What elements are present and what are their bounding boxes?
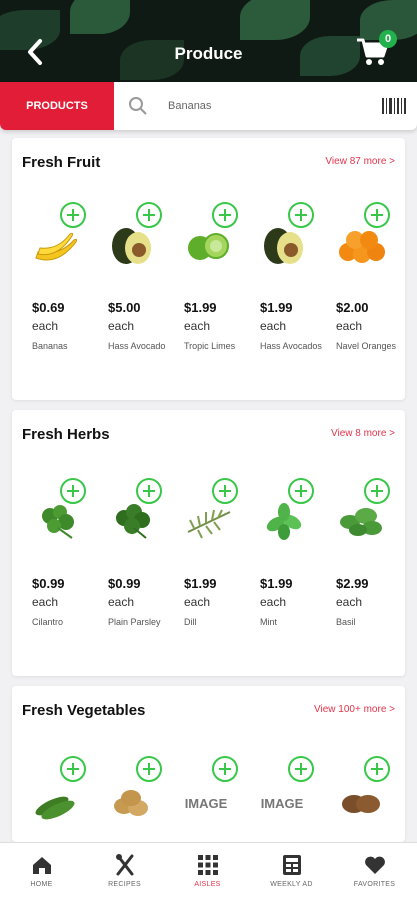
nav-aisles[interactable]: AISLES	[166, 853, 249, 888]
product-price: $0.99	[32, 576, 65, 591]
product-price: $2.00	[336, 300, 369, 315]
product-price: $1.99	[260, 576, 293, 591]
product-unit: each	[184, 595, 211, 609]
placeholder-text: IMAGE	[261, 796, 304, 811]
dill-icon	[187, 509, 231, 539]
barcode-icon[interactable]	[381, 96, 407, 116]
section-title: Fresh Vegetables	[22, 702, 146, 719]
nav-weekly-ad[interactable]: WEEKLY AD	[250, 853, 333, 888]
lime-icon	[188, 233, 229, 260]
add-to-cart-button[interactable]	[60, 202, 86, 228]
section-title: Fresh Fruit	[22, 154, 101, 171]
heart-icon	[364, 856, 385, 874]
product-name: Tropic Limes	[184, 341, 236, 351]
view-more-link[interactable]: View 87 more >	[325, 156, 395, 167]
leaf-decoration	[70, 0, 130, 34]
image-placeholder-icon: IMAGE	[185, 796, 228, 811]
avocado-icon	[112, 228, 151, 264]
basil-icon	[340, 508, 382, 536]
product-unit: each	[108, 595, 135, 609]
product-name: Dill	[184, 617, 197, 627]
nav-label: AISLES	[194, 881, 221, 888]
product-price: $0.99	[108, 576, 141, 591]
cilantro-icon	[42, 505, 74, 539]
product-unit: each	[184, 319, 211, 333]
grid-icon	[197, 855, 218, 875]
placeholder-text: IMAGE	[185, 796, 228, 811]
banana-icon	[35, 232, 78, 261]
view-more-link[interactable]: View 100+ more >	[314, 704, 395, 715]
add-to-cart-button[interactable]	[212, 478, 238, 504]
add-to-cart-button[interactable]	[364, 202, 390, 228]
image-placeholder-icon: IMAGE	[261, 796, 304, 811]
mint-icon	[266, 503, 302, 540]
add-to-cart-button[interactable]	[288, 202, 314, 228]
product-price: $5.00	[108, 300, 141, 315]
section-fresh-fruit: Fresh Fruit View 87 more > $0.69 each Ba…	[12, 138, 405, 400]
avocado-icon	[264, 228, 303, 264]
product-price: $1.99	[184, 300, 217, 315]
orange-icon	[339, 231, 385, 263]
product-price: $1.99	[260, 300, 293, 315]
parsley-icon	[116, 504, 150, 539]
product-name: Cilantro	[32, 617, 64, 627]
product-unit: each	[108, 319, 135, 333]
product-name: Mint	[260, 617, 278, 627]
nav-label: FAVORITES	[353, 881, 396, 888]
leaf-decoration	[240, 0, 310, 40]
product-unit: each	[336, 319, 363, 333]
product-name: Basil	[336, 617, 356, 627]
add-to-cart-button[interactable]	[212, 756, 238, 782]
home-icon	[32, 857, 51, 874]
potato-icon	[342, 795, 380, 813]
bottom-nav: HOME RECIPES AISLES WEEKLY AD FAVORITES	[0, 842, 417, 900]
add-to-cart-button[interactable]	[136, 478, 162, 504]
product-unit: each	[32, 319, 59, 333]
search-input[interactable]	[168, 96, 368, 116]
add-to-cart-button[interactable]	[136, 756, 162, 782]
potato-icon	[114, 790, 148, 816]
section-fresh-vegetables: Fresh Vegetables View 100+ more > IMAGE …	[12, 686, 405, 842]
nav-recipes[interactable]: RECIPES	[83, 853, 166, 888]
add-to-cart-button[interactable]	[212, 202, 238, 228]
nav-favorites[interactable]: FAVORITES	[333, 853, 416, 888]
cart-button[interactable]: 0	[355, 30, 397, 70]
product-price: $2.99	[336, 576, 369, 591]
products-tab[interactable]: PRODUCTS	[0, 82, 114, 130]
product-unit: each	[336, 595, 363, 609]
add-to-cart-button[interactable]	[364, 478, 390, 504]
product-name: Hass Avocados	[260, 341, 322, 351]
add-to-cart-button[interactable]	[288, 756, 314, 782]
product-unit: each	[32, 595, 59, 609]
search-icon[interactable]	[128, 96, 148, 116]
product-name: Navel Oranges	[336, 341, 397, 351]
nav-label: HOME	[30, 881, 53, 888]
product-price: $1.99	[184, 576, 217, 591]
product-unit: each	[260, 595, 287, 609]
add-to-cart-button[interactable]	[364, 756, 390, 782]
section-fresh-herbs: Fresh Herbs View 8 more > $0.99 each Cil…	[12, 410, 405, 676]
nav-label: RECIPES	[108, 881, 141, 888]
add-to-cart-button[interactable]	[60, 756, 86, 782]
product-name: Plain Parsley	[108, 617, 161, 627]
section-title: Fresh Herbs	[22, 426, 110, 443]
add-to-cart-button[interactable]	[60, 478, 86, 504]
add-to-cart-button[interactable]	[136, 202, 162, 228]
header-banner: Produce 0	[0, 0, 417, 92]
product-unit: each	[260, 319, 287, 333]
product-price: $0.69	[32, 300, 65, 315]
utensils-icon	[115, 854, 133, 876]
ad-icon	[282, 855, 301, 875]
nav-label: WEEKLY AD	[270, 881, 313, 888]
cucumber-icon	[35, 796, 75, 820]
product-name: Hass Avocado	[108, 341, 166, 351]
nav-home[interactable]: HOME	[0, 853, 83, 888]
view-more-link[interactable]: View 8 more >	[331, 428, 395, 439]
cart-count-badge: 0	[379, 30, 397, 48]
search-bar: PRODUCTS	[0, 82, 417, 130]
product-name: Bananas	[32, 341, 68, 351]
add-to-cart-button[interactable]	[288, 478, 314, 504]
